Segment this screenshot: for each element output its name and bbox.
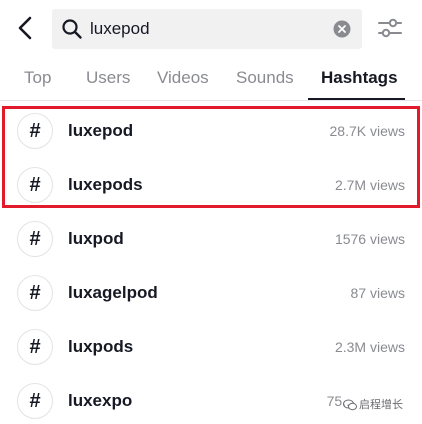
hashtag-name: luxexpo	[68, 391, 133, 410]
hashtag-row-luxpod[interactable]: # luxpod 1576 views	[0, 212, 422, 266]
hashtag-row-luxpods[interactable]: # luxpods 2.3M views	[0, 320, 422, 374]
tab-videos[interactable]: Videos	[157, 58, 209, 100]
hashtag-icon: #	[17, 113, 53, 149]
hashtag-name: luxepod	[68, 121, 134, 140]
clear-circle-icon[interactable]	[333, 20, 351, 38]
sliders-icon	[378, 18, 402, 38]
search-results-screen: luxepod Top Users Videos Sounds Hashtags	[0, 0, 422, 424]
hashtag-results-list: # luxepod 28.7K views # luxepods 2.7M vi…	[0, 104, 422, 424]
tab-sounds[interactable]: Sounds	[236, 58, 294, 100]
hashtag-views: 28.7K views	[329, 123, 405, 139]
chevron-left-icon	[18, 16, 32, 40]
hashtag-icon: #	[17, 221, 53, 257]
filter-button[interactable]	[376, 14, 404, 42]
hashtag-icon: #	[17, 383, 53, 419]
watermark-text: 启程增长	[359, 399, 403, 411]
tabs-divider	[0, 100, 422, 101]
magnifier-icon	[62, 19, 82, 39]
tab-hashtags[interactable]: Hashtags	[321, 58, 398, 100]
hashtag-views: 87 views	[350, 285, 405, 301]
wechat-icon	[343, 399, 357, 411]
search-query-text[interactable]: luxepod	[90, 9, 150, 49]
hashtag-views: 1576 views	[334, 231, 405, 247]
hashtag-row-luxepod[interactable]: # luxepod 28.7K views	[0, 104, 422, 158]
hashtag-icon: #	[17, 167, 53, 203]
tab-top[interactable]: Top	[24, 58, 51, 100]
tab-users[interactable]: Users	[86, 58, 130, 100]
hashtag-views: 2.7M views	[334, 177, 405, 193]
back-button[interactable]	[12, 14, 40, 42]
hashtag-name: luxpod	[68, 229, 124, 248]
hashtag-name: luxepods	[68, 175, 143, 194]
hashtag-row-luxepods[interactable]: # luxepods 2.7M views	[0, 158, 422, 212]
search-input[interactable]: luxepod	[52, 9, 362, 49]
hashtag-name: luxpods	[68, 337, 134, 356]
hashtag-icon: #	[17, 275, 53, 311]
hashtag-name: luxagelpod	[68, 283, 158, 302]
watermark: 启程增长	[343, 396, 403, 414]
hashtag-row-luxagelpod[interactable]: # luxagelpod 87 views	[0, 266, 422, 320]
hashtag-icon: #	[17, 329, 53, 365]
hashtag-views: 2.3M views	[334, 339, 405, 355]
search-header: luxepod	[0, 0, 422, 58]
search-tabs: Top Users Videos Sounds Hashtags	[0, 58, 422, 100]
